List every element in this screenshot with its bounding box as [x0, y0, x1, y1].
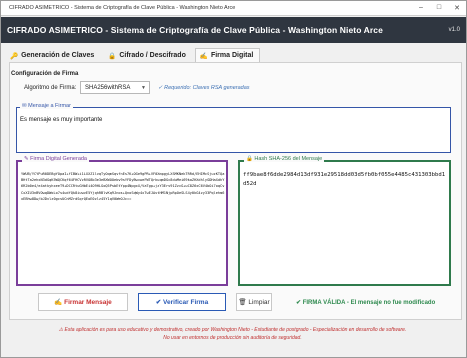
signature-label: ✎ Firma Digital Generada [22, 156, 89, 162]
footer-line-2: No usar en entornos de producción sin au… [163, 335, 302, 341]
minimize-icon[interactable]: – [412, 4, 430, 12]
pen-icon: ✍ [199, 52, 208, 60]
config-title: Configuración de Firma [11, 71, 79, 77]
window-controls: – □ ✕ [412, 4, 466, 12]
message-input[interactable]: Es mensaje es muy importante [20, 117, 102, 123]
footer-line-1: ⚠ Esta aplicación es para uso educativo … [58, 327, 407, 333]
algorithm-select[interactable]: SHA256withRSA ▼ [80, 81, 150, 94]
verify-signature-button[interactable]: ✔ Verificar Firma [138, 293, 226, 311]
requirement-note: ✓ Requerido: Claves RSA generadas [158, 85, 250, 91]
hash-box[interactable]: 🔒 Hash SHA-256 del Mensaje ff9bae8f6dde2… [238, 156, 451, 286]
title-bar: CIFRADO ASIMETRICO - Sistema de Criptogr… [1, 1, 466, 16]
window-title: CIFRADO ASIMETRICO - Sistema de Criptogr… [9, 5, 236, 11]
algorithm-label: Algoritmo de Firma: [24, 85, 77, 91]
signature-box[interactable]: ✎ Firma Digital Generada YWUB/YCYPuR0DEB… [16, 156, 228, 286]
message-label: ✉ Mensaje a Firmar [20, 103, 73, 109]
tab-bar: 🔑 Generación de Claves 🔒 Cifrado / Desci… [5, 48, 261, 62]
hash-output[interactable]: ff9bae8f6dde2984d13df931e29518dd03d5fb0b… [243, 171, 448, 188]
algorithm-value: SHA256withRSA [85, 84, 131, 91]
key-icon: 🔑 [10, 52, 19, 60]
sign-message-button[interactable]: ✍ Firmar Mensaje [38, 293, 128, 311]
signature-output[interactable]: YWUB/YCYPuR0DEBgYOpaI+fIBW+i1LXXZ1lvqTyO… [21, 171, 225, 202]
tab-generacion-claves[interactable]: 🔑 Generación de Claves [5, 48, 102, 62]
tab-firma-digital[interactable]: ✍ Firma Digital [194, 48, 261, 62]
tab-cifrado-descifrado[interactable]: 🔒 Cifrado / Descifrado [103, 48, 193, 62]
maximize-icon[interactable]: □ [430, 4, 448, 12]
hash-label: 🔒 Hash SHA-256 del Mensaje [244, 156, 325, 162]
lock-icon: 🔒 [108, 52, 117, 60]
version-label: v1.0 [448, 27, 460, 33]
tab-label: Firma Digital [210, 52, 254, 59]
footer-disclaimer: ⚠ Esta aplicación es para uso educativo … [0, 326, 465, 342]
verification-status: ✔ FIRMA VÁLIDA - El mensaje no fue modif… [296, 300, 436, 306]
tab-label: Cifrado / Descifrado [119, 52, 186, 59]
close-icon[interactable]: ✕ [448, 4, 466, 12]
app-title: CIFRADO ASIMETRICO - Sistema de Criptogr… [7, 25, 383, 35]
app-header: CIFRADO ASIMETRICO - Sistema de Criptogr… [1, 17, 466, 43]
chevron-down-icon: ▼ [141, 84, 146, 91]
clear-button[interactable]: 🗑 Limpiar [236, 293, 272, 311]
tab-label: Generación de Claves [21, 52, 95, 59]
message-box[interactable]: ✉ Mensaje a Firmar Es mensaje es muy imp… [16, 103, 451, 153]
